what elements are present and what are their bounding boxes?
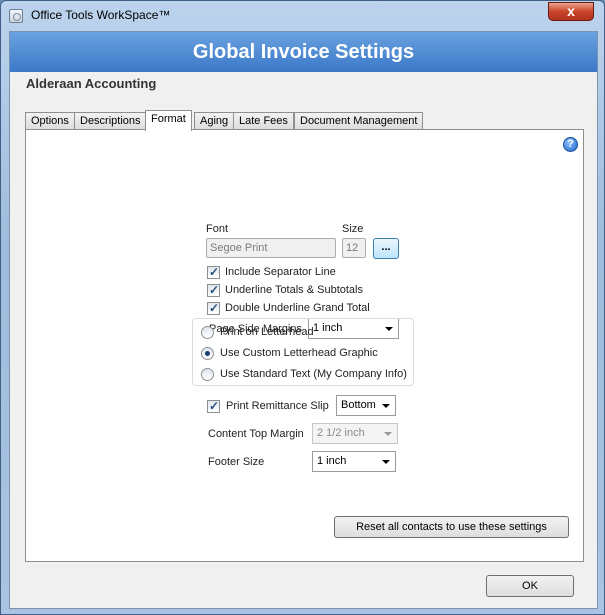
tab-options[interactable]: Options: [25, 112, 75, 130]
tab-format[interactable]: Format: [145, 110, 192, 131]
dialog-body: Global Invoice Settings Alderaan Account…: [9, 31, 598, 609]
app-window: Office Tools WorkSpace™ x Global Invoice…: [0, 0, 605, 615]
underline-totals-label: Underline Totals & Subtotals: [225, 284, 363, 296]
font-field[interactable]: Segoe Print: [206, 238, 336, 258]
app-icon: [9, 9, 23, 23]
tab-document-management[interactable]: Document Management: [294, 112, 424, 130]
remittance-position-select[interactable]: Bottom: [336, 395, 396, 416]
chevron-down-icon: [382, 404, 390, 408]
custom-letterhead-radio[interactable]: [201, 347, 214, 360]
print-on-letterhead-label: Print on Letterhead: [220, 326, 314, 338]
font-label: Font: [206, 223, 229, 235]
window-title: Office Tools WorkSpace™: [31, 8, 171, 22]
standard-text-label: Use Standard Text (My Company Info): [220, 368, 407, 380]
company-name: Alderaan Accounting: [26, 76, 157, 91]
help-icon[interactable]: ?: [563, 137, 578, 152]
reset-contacts-button[interactable]: Reset all contacts to use these settings: [334, 516, 569, 538]
tab-aging[interactable]: Aging: [194, 112, 235, 130]
double-underline-checkbox[interactable]: [207, 301, 220, 315]
include-separator-checkbox[interactable]: [207, 265, 220, 279]
ok-button[interactable]: OK: [486, 575, 574, 597]
standard-text-radio[interactable]: [201, 368, 214, 381]
close-button[interactable]: x: [548, 2, 594, 21]
custom-letterhead-label: Use Custom Letterhead Graphic: [220, 347, 378, 359]
size-field[interactable]: 12: [342, 238, 366, 258]
chevron-down-icon: [384, 432, 392, 436]
letterhead-options-group: Print on Letterhead Use Custom Letterhea…: [192, 318, 414, 386]
remittance-position-value: Bottom: [341, 399, 376, 411]
double-underline-label: Double Underline Grand Total: [225, 302, 370, 314]
page-title: Global Invoice Settings: [10, 32, 597, 72]
include-separator-label: Include Separator Line: [225, 266, 336, 278]
remittance-slip-label: Print Remittance Slip: [226, 400, 329, 412]
print-on-letterhead-radio[interactable]: [201, 326, 214, 339]
chevron-down-icon: [382, 460, 390, 464]
tab-descriptions[interactable]: Descriptions: [74, 112, 147, 130]
tab-late-fees[interactable]: Late Fees: [233, 112, 294, 130]
size-label: Size: [342, 223, 364, 235]
content-top-margin-value: 2 1/2 inch: [317, 427, 365, 439]
font-browse-button[interactable]: ...: [373, 238, 399, 259]
footer-size-label: Footer Size: [208, 456, 265, 468]
remittance-slip-checkbox[interactable]: [207, 399, 220, 413]
content-top-margin-label: Content Top Margin: [208, 428, 304, 440]
underline-totals-checkbox[interactable]: [207, 283, 220, 297]
footer-size-value: 1 inch: [317, 455, 347, 467]
content-top-margin-select[interactable]: 2 1/2 inch: [312, 423, 398, 444]
footer-size-select[interactable]: 1 inch: [312, 451, 396, 472]
title-bar: Office Tools WorkSpace™ x: [1, 1, 604, 31]
